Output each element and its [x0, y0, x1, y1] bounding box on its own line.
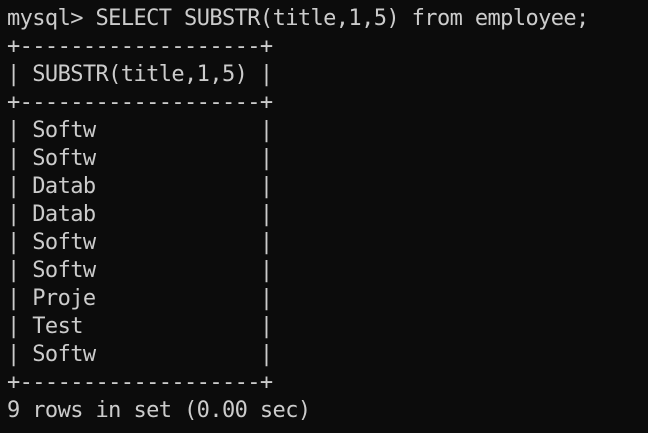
- command-line: mysql> SELECT SUBSTR(title,1,5) from emp…: [7, 5, 648, 33]
- table-row: | Datab |: [7, 202, 273, 227]
- table-row: | Test |: [7, 314, 273, 339]
- table-row: | Softw |: [7, 258, 273, 283]
- query-status: 9 rows in set (0.00 sec): [7, 398, 311, 423]
- table-row: | Softw |: [7, 118, 273, 143]
- table-row: | Softw |: [7, 230, 273, 255]
- table-top-border: +-------------------+: [7, 34, 273, 59]
- mysql-prompt: mysql>: [7, 6, 96, 31]
- table-row: | Datab |: [7, 174, 273, 199]
- table-row: | Softw |: [7, 342, 273, 367]
- terminal-window[interactable]: mysql> SELECT SUBSTR(title,1,5) from emp…: [0, 0, 648, 433]
- table-row: | Softw |: [7, 146, 273, 171]
- table-header: | SUBSTR(title,1,5) |: [7, 62, 273, 87]
- sql-command: SELECT SUBSTR(title,1,5) from employee;: [95, 6, 590, 31]
- table-bottom-border: +-------------------+: [7, 370, 273, 395]
- table-header-border: +-------------------+: [7, 90, 273, 115]
- table-row: | Proje |: [7, 286, 273, 311]
